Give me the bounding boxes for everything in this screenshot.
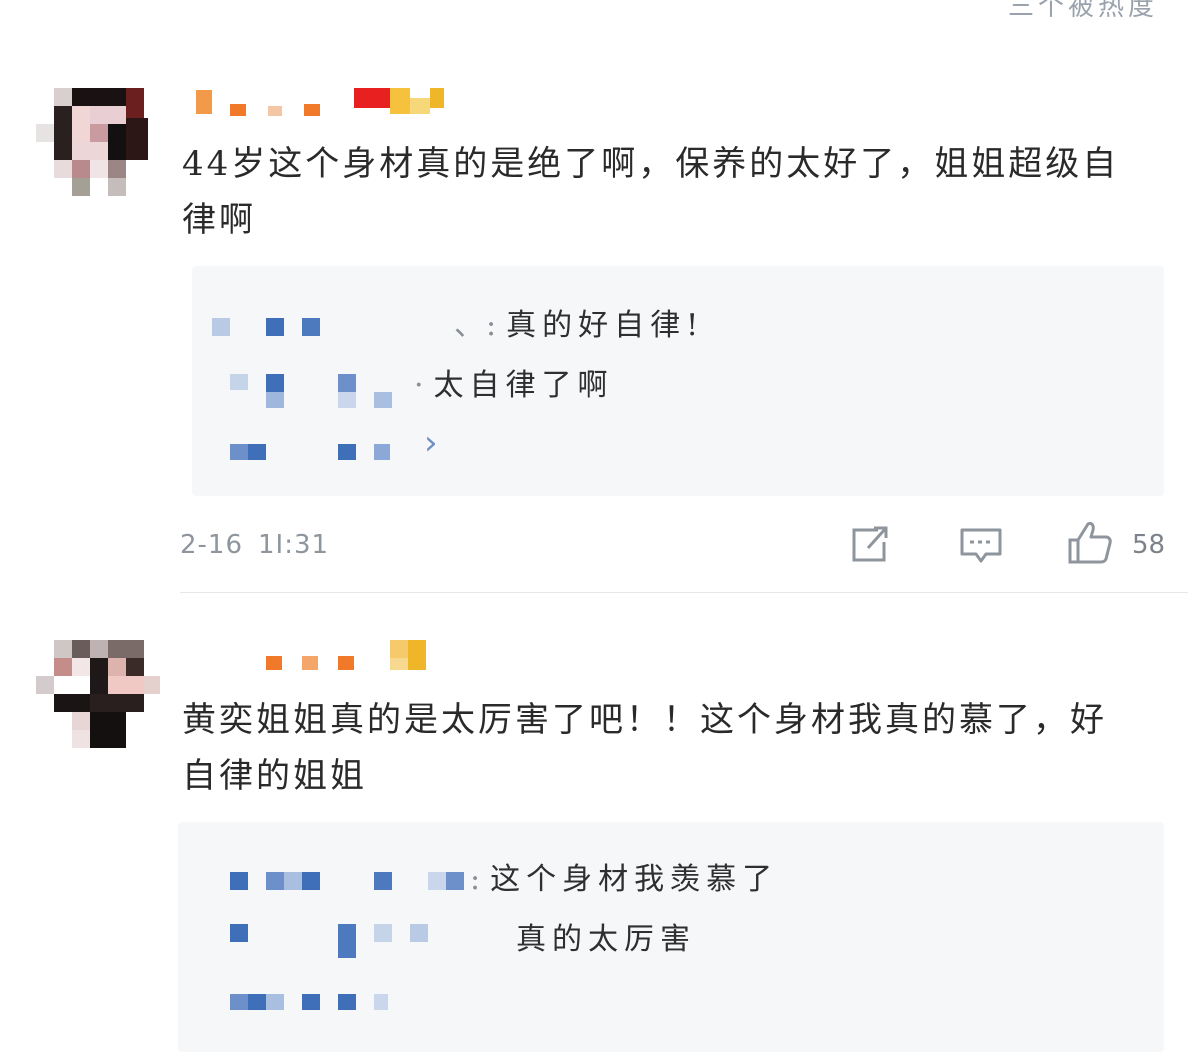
- comment-text: 44岁这个身材真的是绝了啊，保养的太好了，姐姐超级自律啊: [182, 144, 1120, 240]
- comment-date: 2-16: [180, 530, 244, 560]
- reply-line: : 这个身材我羡慕了: [470, 854, 778, 898]
- hot-sort-hint[interactable]: 三个被热度: [1008, 0, 1158, 23]
- reply-prefix: 、:: [454, 308, 499, 343]
- reply-text: 真的太厉害: [516, 922, 696, 957]
- comment-text: 黄奕姐姐真的是太厉害了吧！！这个身材我真的慕了，好自律的姐姐: [182, 700, 1107, 796]
- comment-divider: [180, 592, 1188, 593]
- comment-time: 1І:31: [258, 530, 330, 560]
- avatar[interactable]: [36, 640, 160, 752]
- username-pixelated[interactable]: [266, 656, 386, 676]
- reply-preview-box[interactable]: 、: 真的好自律! · 太自律了啊 ›: [192, 266, 1164, 496]
- user-badge: [390, 640, 430, 670]
- thumbs-up-icon[interactable]: [1066, 518, 1114, 570]
- share-icon[interactable]: [848, 524, 892, 568]
- reply-line: 、: 真的好自律!: [454, 300, 704, 344]
- user-badge: [354, 88, 446, 114]
- reply-line: 真的太厉害: [508, 914, 696, 958]
- reply-text: 这个身材我羡慕了: [490, 862, 779, 897]
- reply-text: 真的好自律!: [506, 308, 705, 343]
- avatar[interactable]: [36, 88, 148, 200]
- reply-preview-box[interactable]: : 这个身材我羡慕了 真的太厉害: [178, 822, 1164, 1052]
- like-count: 58: [1132, 530, 1166, 560]
- reply-prefix: :: [470, 862, 483, 897]
- chevron-right-icon[interactable]: ›: [424, 426, 438, 460]
- comment-icon[interactable]: [958, 526, 1004, 570]
- reply-text: 太自律了啊: [433, 368, 614, 403]
- reply-prefix: ·: [414, 368, 426, 403]
- reply-line: · 太自律了啊: [414, 360, 614, 404]
